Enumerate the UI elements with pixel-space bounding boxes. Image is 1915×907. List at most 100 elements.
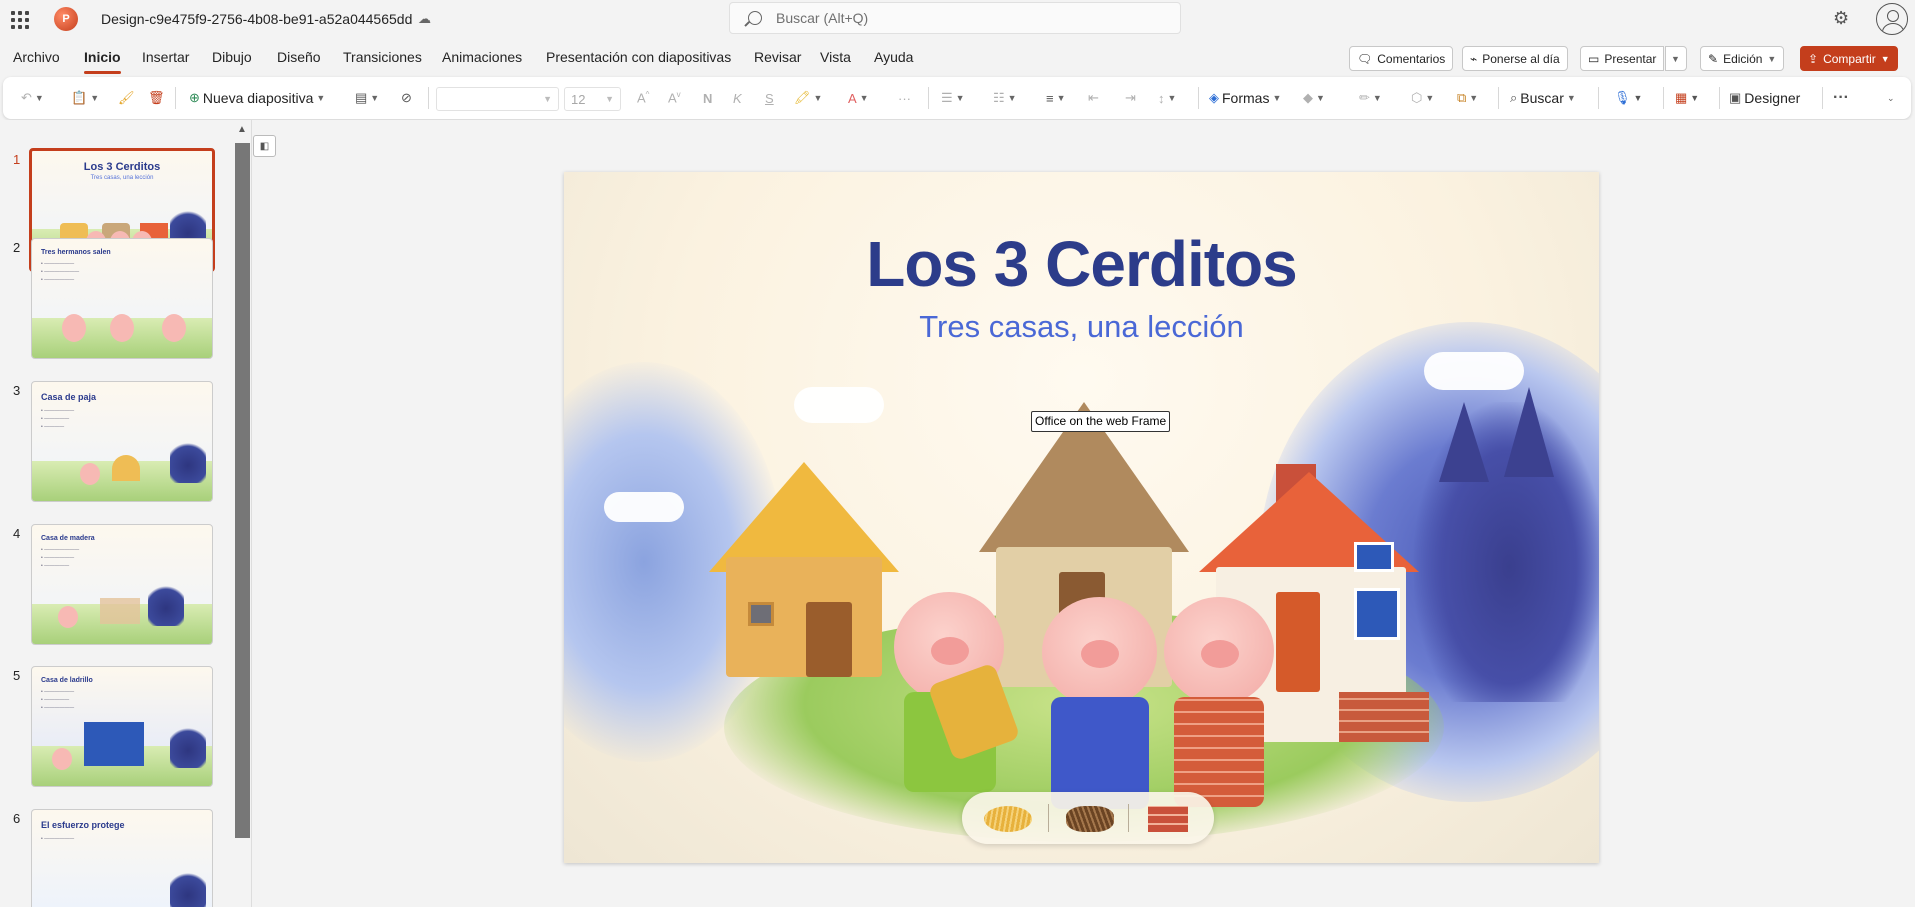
account-avatar[interactable]	[1876, 3, 1908, 35]
bullets-button[interactable]: ☰ ▼	[941, 88, 965, 108]
more-icon: ···	[1833, 89, 1849, 106]
slide-title[interactable]: Los 3 Cerditos	[564, 227, 1599, 301]
menu-inicio[interactable]: Inicio	[84, 49, 121, 74]
shape-effects-button[interactable]: ⬡ ▼	[1411, 88, 1434, 108]
shapes-button[interactable]: ◈ Formas ▼	[1209, 88, 1281, 108]
arrange-button[interactable]: ⧉ ▼	[1457, 88, 1478, 108]
shrink-font-button[interactable]: Av	[668, 88, 681, 108]
menu-insertar[interactable]: Insertar	[142, 49, 189, 65]
thumbnail-straw-house	[112, 455, 140, 481]
paste-button[interactable]: 📋 ▼	[71, 88, 99, 108]
italic-icon: K	[733, 90, 742, 106]
document-title[interactable]: Design-c9e475f9-2756-4b08-be91-a52a04456…	[101, 11, 412, 27]
search-icon	[748, 11, 762, 25]
collapse-pane-button[interactable]: ◧	[253, 135, 276, 157]
italic-button[interactable]: K	[733, 88, 742, 108]
pencil-icon: ✎	[1708, 51, 1719, 66]
menu-presentacion[interactable]: Presentación con diapositivas	[546, 49, 731, 65]
menu-vista[interactable]: Vista	[820, 49, 851, 65]
chevron-down-icon: ▼	[543, 94, 552, 104]
highlight-button[interactable]: 🖍 ▼	[794, 88, 822, 108]
numbering-button[interactable]: ☷ ▼	[993, 88, 1017, 108]
search-box[interactable]: Buscar (Alt+Q)	[729, 2, 1181, 34]
add-ins-button[interactable]: ▦ ▼	[1675, 88, 1699, 108]
present-dropdown-button[interactable]: ▼	[1665, 46, 1687, 71]
menu-ayuda[interactable]: Ayuda	[874, 49, 913, 65]
share-button[interactable]: ⇪ Compartir ▼	[1800, 46, 1898, 71]
decrease-indent-button[interactable]: ⇤	[1088, 88, 1099, 108]
thumbnail-wolf	[148, 582, 184, 626]
editing-mode-button[interactable]: ✎ Edición ▼	[1700, 46, 1785, 71]
menu-animaciones[interactable]: Animaciones	[442, 49, 522, 65]
ribbon-toolbar: ↶ ▼ 📋 ▼ 🖌 🗑 ⊕ Nueva diapositiva ▼ ▤ ▼ ⊘ ▼ 12 ▼…	[3, 77, 1911, 119]
grow-font-icon: A^	[637, 90, 650, 106]
catch-up-button[interactable]: ⌁ Ponerse al día	[1462, 46, 1568, 71]
thumbnail-number: 4	[13, 526, 21, 541]
chevron-down-icon: ▼	[1880, 53, 1890, 64]
bold-button[interactable]: N	[703, 88, 712, 108]
comment-icon: 🗨	[1357, 51, 1373, 66]
comments-button[interactable]: 🗨 Comentarios	[1349, 46, 1454, 71]
align-left-icon: ≡	[1046, 90, 1054, 106]
delete-slide-button[interactable]: 🗑	[148, 88, 165, 108]
grow-font-button[interactable]: A^	[637, 88, 649, 108]
slide-thumbnail-2[interactable]: Tres hermanos salen • —————— • ——————— •…	[31, 238, 213, 359]
more-options-button[interactable]: ···	[1833, 88, 1849, 108]
thumbnail-bullet: • ——————	[41, 408, 75, 414]
slide-subtitle[interactable]: Tres casas, una lección	[564, 309, 1599, 345]
settings-gear-icon[interactable]: ⚙	[1833, 8, 1849, 29]
increase-indent-button[interactable]: ⇥	[1125, 88, 1136, 108]
format-painter-button[interactable]: 🖌	[118, 88, 135, 108]
cloud-saved-icon[interactable]: ☁	[418, 11, 431, 27]
layout-button[interactable]: ▤ ▼	[355, 88, 379, 108]
find-button[interactable]: ⌕ Buscar ▼	[1510, 88, 1576, 108]
thumbnail-bullet: • —————	[41, 416, 70, 422]
expand-ribbon-button[interactable]: ⌄	[1887, 88, 1895, 108]
layout-icon: ▤	[355, 90, 368, 105]
slide-thumbnail-4[interactable]: Casa de madera • ——————— • —————— • ————…	[31, 524, 213, 645]
current-slide[interactable]: Los 3 Cerditos Tres casas, una lección	[564, 172, 1599, 863]
dictate-button[interactable]: 🎙 ▼	[1614, 88, 1642, 108]
shape-fill-button[interactable]: ◆ ▼	[1303, 88, 1325, 108]
hide-slide-button[interactable]: ⊘	[401, 88, 412, 108]
brick-house-window	[1354, 542, 1394, 572]
thumbnail-pig	[52, 748, 72, 770]
thumbnail-number: 3	[13, 383, 21, 398]
font-color-button[interactable]: A ▼	[848, 88, 869, 108]
ribbon-separator	[1822, 87, 1823, 109]
shape-outline-button[interactable]: ✏ ▼	[1359, 88, 1382, 108]
undo-button[interactable]: ↶ ▼	[21, 88, 44, 108]
font-family-input[interactable]: ▼	[436, 87, 559, 111]
more-icon: ···	[898, 90, 911, 106]
app-launcher-icon[interactable]	[8, 8, 30, 30]
present-label: Presentar	[1604, 51, 1657, 66]
slide-thumbnail-3[interactable]: Casa de paja • —————— • ————— • ————	[31, 381, 213, 502]
menu-dibujo[interactable]: Dibujo	[212, 49, 252, 65]
menu-transiciones[interactable]: Transiciones	[343, 49, 422, 65]
present-button[interactable]: ▭ Presentar	[1580, 46, 1665, 71]
tray-separator	[1128, 804, 1129, 832]
slide-thumbnail-5[interactable]: Casa de ladrillo • —————— • ————— • ————…	[31, 666, 213, 787]
new-slide-button[interactable]: ⊕ Nueva diapositiva ▼	[189, 88, 325, 108]
scroll-up-arrow[interactable]: ▲	[237, 124, 247, 135]
thumbnail-subtitle: Tres casas, una lección	[90, 175, 154, 181]
catch-up-label: Ponerse al día	[1482, 51, 1560, 66]
slide-thumbnail-6[interactable]: El esfuerzo protege • ——————	[31, 809, 213, 907]
menu-archivo[interactable]: Archivo	[13, 49, 60, 65]
underline-button[interactable]: S	[765, 88, 774, 108]
chevron-down-icon: ▼	[859, 93, 869, 103]
menu-revisar[interactable]: Revisar	[754, 49, 801, 65]
align-button[interactable]: ≡ ▼	[1046, 88, 1066, 108]
menu-diseno[interactable]: Diseño	[277, 49, 321, 65]
more-font-options-button[interactable]: ···	[898, 88, 911, 108]
cloud-illustration	[794, 387, 884, 423]
designer-button[interactable]: ▣ Designer	[1729, 88, 1800, 108]
font-size-input[interactable]: 12 ▼	[564, 87, 621, 111]
line-spacing-button[interactable]: ↕ ▼	[1158, 88, 1176, 108]
thumbnail-bullet: • ———————	[41, 269, 80, 275]
cloud-illustration	[604, 492, 684, 522]
thumbnail-scrollbar[interactable]	[235, 143, 250, 838]
brick-house-door	[1276, 592, 1320, 692]
thumbnail-title: El esfuerzo protege	[41, 820, 125, 830]
thumbnail-number: 6	[13, 811, 21, 826]
